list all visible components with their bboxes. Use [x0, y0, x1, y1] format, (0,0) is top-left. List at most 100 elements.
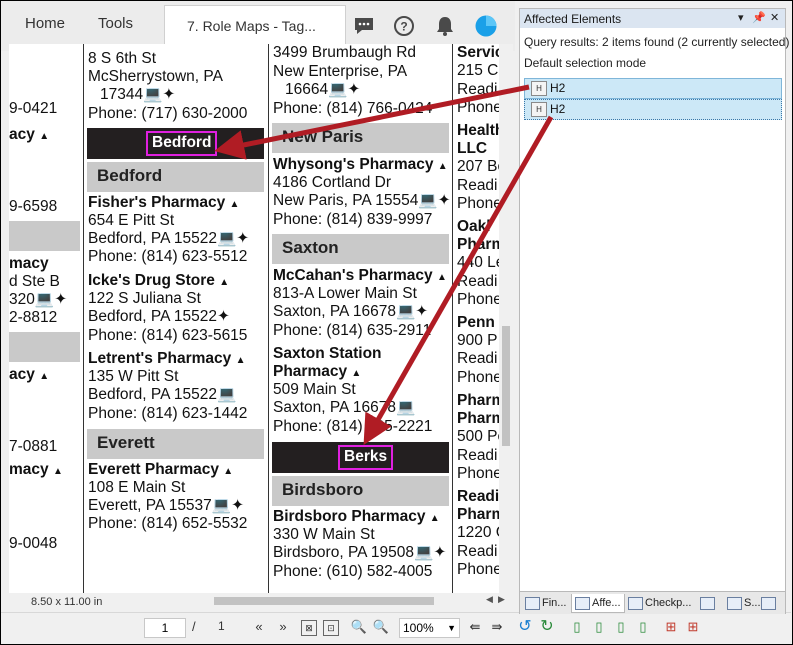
bedford-tag-label[interactable]: Bedford [146, 131, 218, 156]
text-line: 9-6598 [9, 198, 58, 215]
heading-tag-icon: H [531, 102, 547, 117]
tab-tools[interactable]: Tools [98, 15, 133, 32]
text-line: Health [457, 122, 505, 139]
everett-heading-bar: Everett [87, 429, 264, 459]
triangle-icon: ▲ [52, 466, 63, 477]
tab-more[interactable] [758, 594, 782, 612]
fit-page-icon[interactable]: ⊠ [301, 620, 317, 636]
profile-avatar-icon[interactable] [475, 15, 497, 37]
text-line-content: macy [9, 461, 49, 478]
text-line-content: 17344 [100, 86, 144, 103]
split-vertical-icon[interactable]: ⊞ [683, 617, 703, 637]
heading-bar [9, 332, 80, 362]
tab-find[interactable]: Fin... [522, 594, 568, 612]
computer-icon: 💻 [143, 86, 163, 103]
text-line: LLC [457, 140, 488, 157]
tab-checkpoints[interactable]: Checkp... [625, 594, 695, 612]
tab-label: Fin... [542, 597, 567, 609]
text-line: 2-8812 [9, 309, 58, 326]
vertical-scrollbar[interactable] [499, 44, 513, 593]
text-line: Phone [457, 561, 502, 578]
text-line: Phone [457, 291, 502, 308]
pin-icon[interactable]: 📌 [752, 11, 766, 24]
notification-bell-icon[interactable] [434, 15, 456, 37]
single-page-icon[interactable]: ▯ [567, 617, 587, 637]
page-count: 1 [218, 619, 225, 633]
text-line: Phone: (814) 839-9997 [273, 211, 433, 228]
computer-icon: 💻 [418, 192, 438, 209]
computer-icon: 💻 [395, 399, 416, 416]
text-line: Readi [457, 447, 498, 464]
previous-view-icon[interactable]: ⇚ [465, 617, 485, 637]
text-line: Phone: (610) 582-4005 [273, 563, 433, 580]
text-line: Phone [457, 195, 502, 212]
text-line: Servic [457, 44, 504, 61]
text-line: Bedford, PA 15522✦ [88, 308, 230, 327]
affected-element-item[interactable]: H H2 [524, 99, 782, 120]
fit-width-icon[interactable]: ⊡ [323, 620, 339, 636]
scroll-right-icon[interactable]: ▶ [498, 594, 505, 605]
bottom-toolbar: 1 / 1 « » ⊠ ⊡ 🔍 🔍 100% ▼ ⇚ ⇛ ↺ ↻ ▯ ▯ ▯ ▯ … [1, 612, 791, 644]
text-line: Phone: (814) 623-5615 [88, 327, 248, 344]
split-horizontal-icon[interactable]: ⊞ [661, 617, 681, 637]
affected-element-item[interactable]: H H2 [524, 78, 782, 99]
computer-icon: 💻 [216, 230, 237, 247]
text-line: 320💻✦ [9, 291, 67, 310]
triangle-icon: ▲ [223, 466, 234, 477]
close-icon[interactable]: ✕ [770, 11, 779, 24]
triangle-icon: ▲ [39, 371, 50, 382]
computer-icon: 💻 [395, 303, 416, 320]
text-line-content: Birdsboro, PA 19508 [273, 544, 415, 561]
pharmacy-name: Birdsboro Pharmacy [273, 508, 426, 525]
tab-structure[interactable]: S... [724, 594, 761, 612]
scroll-left-icon[interactable]: ◀ [486, 594, 493, 605]
text-line: 108 E Main St [88, 479, 186, 496]
checkpoints-icon [628, 597, 643, 610]
triangle-icon: ▲ [235, 355, 246, 366]
sparkle-icon: ✦ [54, 291, 68, 308]
text-line: 900 P [457, 332, 498, 349]
panel-tab-strip: Fin... Affe... Checkp... S... [520, 591, 785, 614]
text-line: Readi [457, 81, 498, 98]
text-line: Bedford, PA 15522💻 [88, 386, 236, 405]
text-line-content: Bedford, PA 15522 [88, 386, 217, 403]
zoom-out-icon[interactable]: 🔍 [371, 617, 391, 637]
two-page-continuous-icon[interactable]: ▯ [633, 617, 653, 637]
pharmacy-name: Whysong's Pharmacy [273, 156, 434, 173]
text-line: Bedford, PA 15522💻✦ [88, 230, 249, 249]
tab-home[interactable]: Home [25, 15, 65, 32]
text-line: Readi [457, 543, 498, 560]
text-line: 9-0421 [9, 100, 58, 117]
current-page-input[interactable]: 1 [144, 618, 186, 638]
continuous-page-icon[interactable]: ▯ [589, 617, 609, 637]
text-line: Phone: (814) 623-5512 [88, 248, 248, 265]
tab-document-label: 7. Role Maps - Tag... [187, 18, 316, 34]
zoom-in-icon[interactable]: 🔍 [349, 617, 369, 637]
tab-affected-elements[interactable]: Affe... [571, 594, 625, 613]
horizontal-scroll-thumb[interactable] [214, 597, 434, 605]
first-page-icon[interactable]: « [249, 617, 269, 637]
two-page-icon[interactable]: ▯ [611, 617, 631, 637]
text-line: Everett, PA 15537💻✦ [88, 497, 244, 516]
newparis-heading: New Paris [282, 127, 364, 146]
next-view-icon[interactable]: ⇛ [487, 617, 507, 637]
panel-menu-icon[interactable]: ▾ [738, 11, 744, 24]
help-icon[interactable]: ? [393, 15, 415, 37]
text-line: 7-0881 [9, 438, 58, 455]
text-line: macy ▲ [9, 461, 63, 482]
text-line: Readi [457, 177, 498, 194]
text-line: Phone [457, 465, 502, 482]
rotate-left-icon[interactable]: ↺ [515, 617, 535, 637]
rotate-right-icon[interactable]: ↻ [537, 617, 557, 637]
computer-icon: 💻 [34, 291, 55, 308]
text-line: d Ste B [9, 273, 60, 290]
text-line: 813-A Lower Main St [273, 285, 417, 302]
comment-icon[interactable] [353, 15, 375, 37]
berks-tag-label[interactable]: Berks [338, 445, 394, 470]
sparkle-icon: ✦ [216, 308, 230, 325]
last-page-icon[interactable]: » [273, 617, 293, 637]
bedford-tag-bar: Bedford [87, 128, 264, 159]
tab-tags[interactable] [697, 594, 721, 612]
vertical-scroll-thumb[interactable] [502, 326, 510, 446]
zoom-select[interactable]: 100% ▼ [399, 618, 460, 638]
